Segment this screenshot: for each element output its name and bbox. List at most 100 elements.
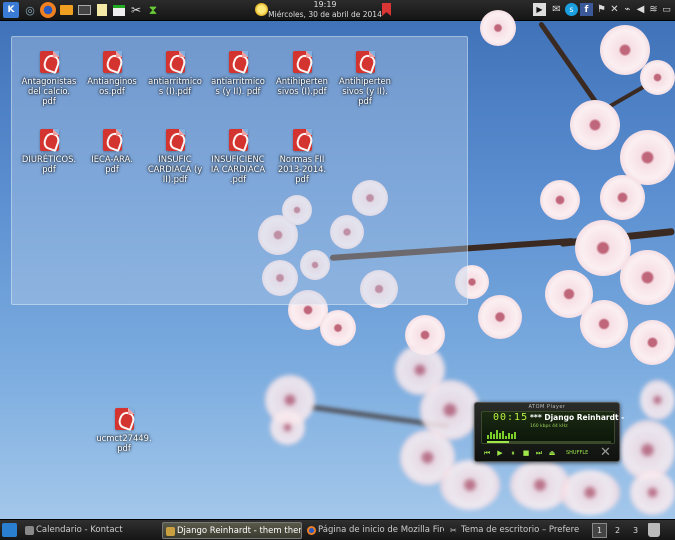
pdf-file-icon [102,129,122,151]
task-music-player[interactable]: Django Reinhardt - them there eyes [162,522,302,539]
stop-icon[interactable]: ■ [522,449,530,458]
play-icon[interactable]: ▶ [496,449,504,458]
desktop-file[interactable]: Antihiperten sivos (y II). pdf [334,51,396,106]
desktop-file[interactable]: DIURÉTICOS. pdf [18,129,80,174]
blossom [480,10,516,46]
pdf-file-icon [355,51,375,73]
desktop-file[interactable]: INSUFICIENC IA CARDIACA .pdf [207,129,269,184]
facebook-icon[interactable]: f [580,3,593,16]
pdf-file-icon [292,51,312,73]
kde-menu-icon[interactable]: K [3,2,19,18]
flag-icon[interactable]: ⚑ [595,3,608,16]
atom-player-widget[interactable]: ATOM Player 00:15 *** Django Reinhardt -… [474,402,624,462]
file-label: antiarritmico s (y II). pdf [211,76,265,96]
file-label: Antihiperten sivos (y II). pdf [339,76,391,106]
desktop-pager-1[interactable]: 1 [592,523,607,538]
blossom [560,470,620,515]
player-progress-fill [487,441,510,443]
pdf-file-icon [292,129,312,151]
pdf-file-icon [228,129,248,151]
desktop-pager-2[interactable]: 2 [610,523,625,538]
player-track-title: *** Django Reinhardt - [530,413,625,422]
desktop-file[interactable]: antiarritmico s (I).pdf [144,51,206,96]
blossom [640,60,675,95]
terminal-icon[interactable] [76,2,92,18]
usb-icon[interactable]: ⌁ [621,3,634,16]
blossom [620,250,675,305]
file-label: INSUFICIENC IA CARDIACA .pdf [210,154,266,184]
skype-icon[interactable]: s [565,3,578,16]
desktop-file[interactable]: Antagonistas del calcio. pdf [18,51,80,106]
desktop-file[interactable]: ucmct27449. pdf [93,408,155,453]
desktop-folder-view[interactable]: Antagonistas del calcio. pdf Antianginos… [11,36,468,305]
battery-icon[interactable]: ▭ [660,3,673,16]
player-controls: ⏮ ▶ ⏸ ■ ⏭ ⏏ [483,449,556,458]
show-desktop-icon[interactable] [2,523,17,537]
blossom [570,100,620,150]
desktop-file[interactable]: Antihiperten sivos (I).pdf [271,51,333,96]
player-progress-bar[interactable] [487,441,611,443]
top-panel: K ◎ ✂ ⧗ 19:19 Miércoles, 30 de abril de … [0,0,675,21]
taskbar: Calendario - Kontact Django Reinhardt - … [0,519,675,540]
pdf-file-icon [165,51,185,73]
close-icon[interactable]: ✕ [600,445,611,460]
notes-icon[interactable] [94,2,110,18]
blossom [320,310,356,346]
blossom [540,180,580,220]
desktop-file[interactable]: Normas FII 2013-2014. pdf [271,129,333,184]
blossom [630,320,675,365]
tools-icon: ✂ [450,526,457,535]
pdf-file-icon [39,51,59,73]
pdf-file-icon [102,51,122,73]
task-firefox[interactable]: Página de inicio de Mozilla Firefox [304,522,444,539]
trash-icon[interactable] [648,523,660,537]
clock[interactable]: 19:19 Miércoles, 30 de abril de 2014 [250,0,400,20]
file-label: Antagonistas del calcio. pdf [21,76,77,106]
app-switcher-icon[interactable]: ◎ [22,2,38,18]
blossom [270,410,305,445]
blossom [580,300,628,348]
tools-icon[interactable]: ✂ [128,2,144,18]
task-label: Django Reinhardt - them there eyes [177,526,302,536]
player-time: 00:15 [493,412,529,423]
scissors-icon[interactable]: ✕ [608,3,621,16]
wifi-icon[interactable]: ≋ [647,3,660,16]
task-desktop-theme[interactable]: ✂ Tema de escritorio – Preferencias [447,522,579,539]
file-label: DIURÉTICOS. pdf [21,154,77,174]
player-title: ATOM Player [528,404,566,410]
shuffle-button[interactable]: SHUFFLE [566,450,588,456]
previous-icon[interactable]: ⏮ [483,449,491,458]
pdf-file-icon [228,51,248,73]
clock-date: Miércoles, 30 de abril de 2014 [268,10,382,19]
pdf-file-icon [114,408,134,430]
next-icon[interactable]: ⏭ [535,449,543,458]
task-calendar[interactable]: Calendario - Kontact [22,522,157,539]
update-icon[interactable]: ⧗ [145,2,161,18]
file-label: IECA-ARA. pdf [91,154,133,174]
desktop-file[interactable]: antiarritmico s (y II). pdf [207,51,269,96]
volume-icon[interactable]: ◀ [634,3,647,16]
file-label: Antianginos os.pdf [87,76,137,96]
file-label: Normas FII 2013-2014. pdf [277,154,327,184]
task-label: Tema de escritorio – Preferencias [461,525,579,535]
desktop-file[interactable]: IECA-ARA. pdf [81,129,143,174]
blossom [440,460,500,510]
mail-icon[interactable]: ✉ [550,3,563,16]
eject-icon[interactable]: ⏏ [548,449,556,458]
player-bitrate: 160 kbps 44 kHz [530,424,568,429]
pdf-file-icon [39,129,59,151]
firefox-icon[interactable] [40,2,56,18]
pause-icon[interactable]: ⏸ [509,449,517,458]
desktop-pager-3[interactable]: 3 [628,523,643,538]
folder-icon[interactable] [58,2,74,18]
file-label: antiarritmico s (I).pdf [148,76,202,96]
firefox-icon [307,526,316,535]
clock-time: 19:19 [313,0,337,9]
mail-icon[interactable] [111,2,127,18]
media-play-icon[interactable]: ▶ [533,3,546,16]
desktop-file[interactable]: Antianginos os.pdf [81,51,143,96]
blossom [478,295,522,339]
task-label: Página de inicio de Mozilla Firefox [318,525,444,535]
blossom [600,175,645,220]
desktop-file[interactable]: INSUFIC CARDIACA (y II).pdf [144,129,206,184]
